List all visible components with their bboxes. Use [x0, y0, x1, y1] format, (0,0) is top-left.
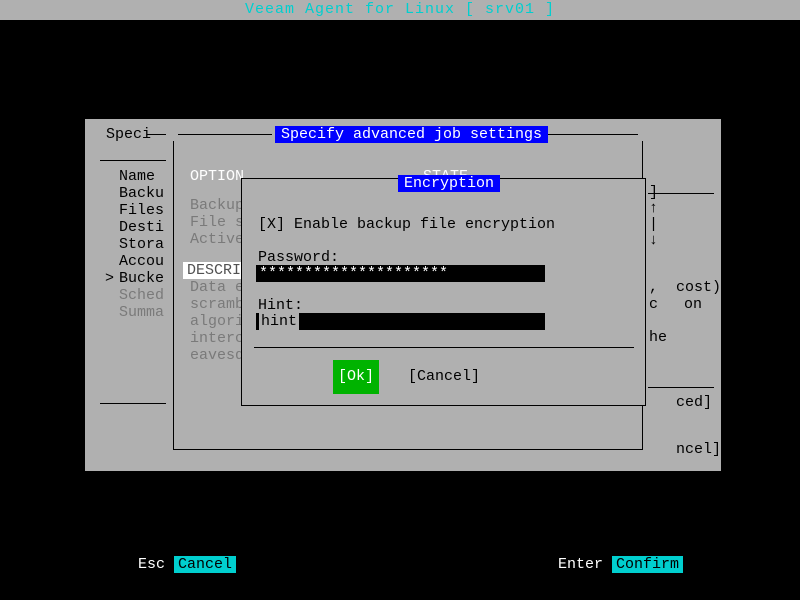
frag-advanced: ced]: [676, 394, 712, 411]
page-header-fragment: Speci: [106, 126, 151, 143]
frag-line6: con: [649, 296, 658, 313]
hint-input[interactable]: hint: [256, 313, 545, 330]
esc-action[interactable]: Cancel: [174, 556, 236, 573]
encryption-title: Encryption: [398, 175, 500, 192]
scrollbar-track: |: [649, 216, 658, 233]
black-strip-top: [0, 20, 800, 119]
esc-key-hint: Esc: [138, 556, 165, 573]
hr1: [147, 134, 166, 135]
cancel-button[interactable]: [Cancel]: [408, 360, 480, 394]
hr5: [647, 387, 714, 388]
frag-bracket: ]: [649, 184, 658, 201]
step-account[interactable]: Accou: [119, 253, 164, 270]
step-marker: >: [105, 270, 114, 287]
black-strip-bottom: [0, 471, 800, 600]
hint-label: Hint:: [258, 297, 303, 314]
password-input[interactable]: *********************: [256, 265, 545, 282]
up-arrow-icon[interactable]: ↑: [649, 200, 658, 217]
enter-action[interactable]: Confirm: [612, 556, 683, 573]
frag-cancel: ncel]: [676, 441, 721, 458]
hr3: [100, 403, 166, 404]
step-summary: Summa: [119, 304, 164, 321]
step-bucket[interactable]: Bucke: [119, 270, 164, 287]
ok-button[interactable]: [Ok]: [333, 360, 379, 394]
step-files[interactable]: Files: [119, 202, 164, 219]
frag-line7: he: [649, 329, 667, 346]
frag-line5: , cost): [649, 279, 658, 296]
hr2: [100, 160, 166, 161]
step-name[interactable]: Name: [119, 168, 164, 185]
step-destination[interactable]: Desti: [119, 219, 164, 236]
enter-key-hint: Enter: [558, 556, 603, 573]
app-title: Veeam Agent for Linux [ srv01 ]: [0, 0, 800, 20]
wizard-steps: Name Backu Files Desti Stora Accou > Buc…: [119, 168, 164, 321]
down-arrow-icon[interactable]: ↓: [649, 232, 658, 249]
step-backup[interactable]: Backu: [119, 185, 164, 202]
step-storage[interactable]: Stora: [119, 236, 164, 253]
encryption-separator: [254, 347, 634, 348]
step-schedule: Sched: [119, 287, 164, 304]
password-label: Password:: [258, 249, 339, 266]
enable-encryption-checkbox[interactable]: [X] Enable backup file encryption: [258, 216, 555, 233]
advanced-panel-title: Specify advanced job settings: [275, 126, 548, 143]
col-option: OPTION: [190, 168, 244, 185]
